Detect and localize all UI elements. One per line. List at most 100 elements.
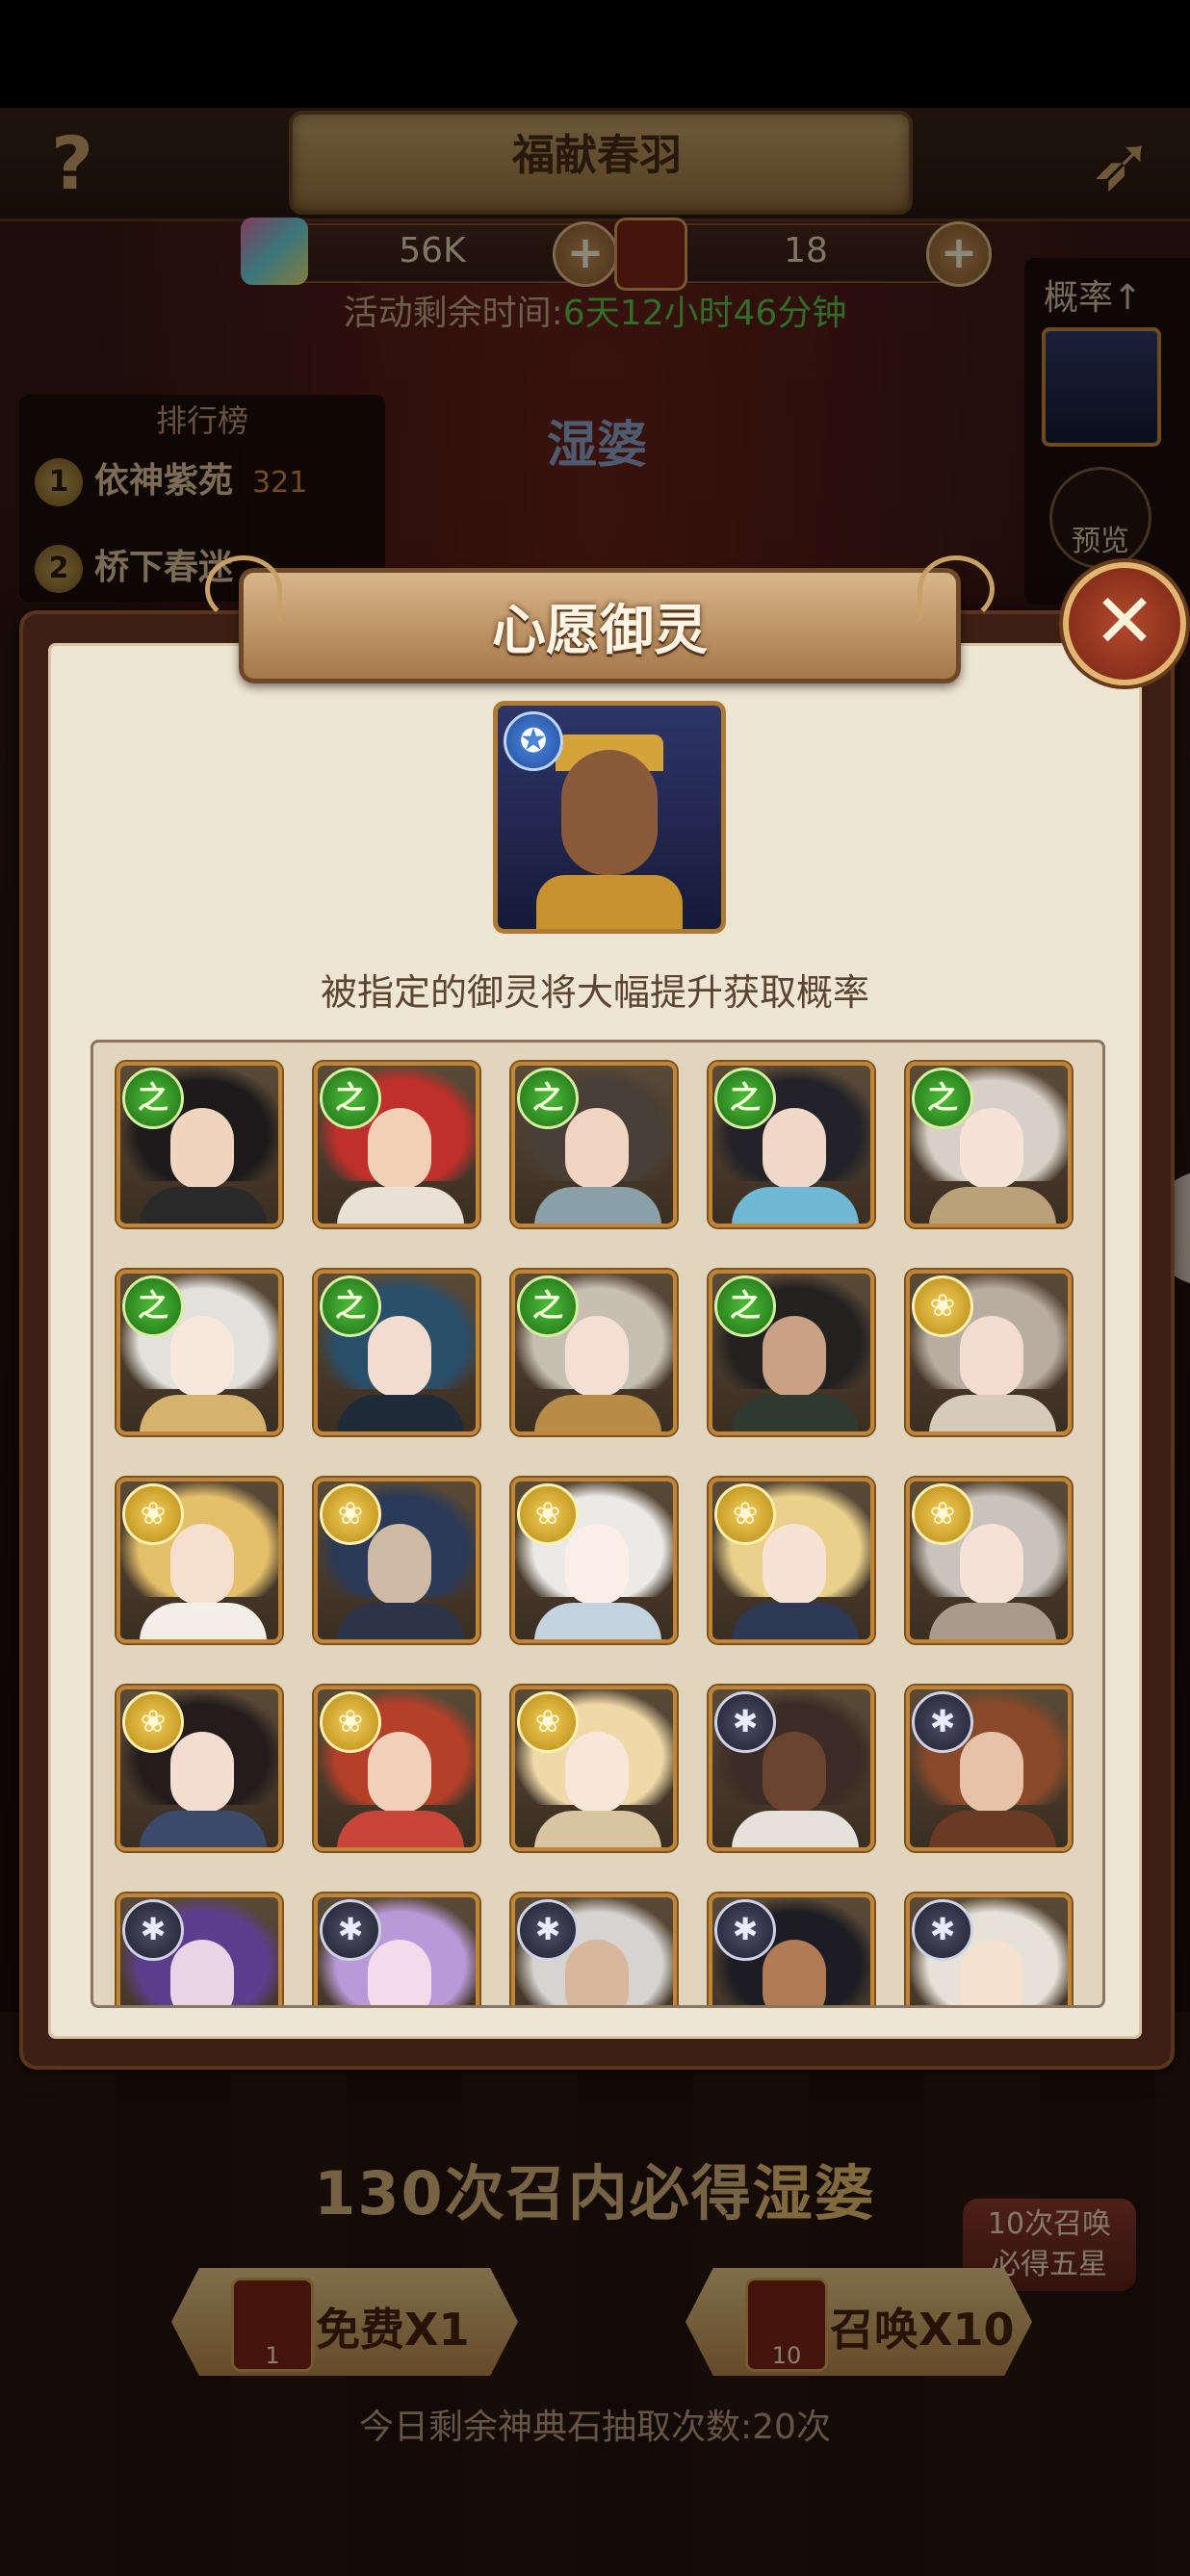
hero-card[interactable]: ✱ (511, 1893, 677, 2005)
hero-card[interactable]: ❀ (116, 1686, 282, 1851)
hero-outfit (929, 1187, 1056, 1224)
rank-green-icon: 之 (122, 1275, 184, 1337)
hero-face (170, 1524, 234, 1605)
selected-hero-portrait[interactable]: ✪ (493, 701, 726, 934)
hero-face (368, 1316, 431, 1397)
hero-card[interactable]: ❀ (314, 1686, 479, 1851)
hero-outfit (140, 1811, 267, 1847)
hero-face (368, 1732, 431, 1813)
close-button[interactable]: ✕ (1063, 562, 1186, 685)
hero-face (565, 1316, 629, 1397)
hero-card[interactable]: 之 (511, 1062, 677, 1227)
hero-outfit (732, 1187, 859, 1224)
hero-card[interactable]: ✱ (116, 1893, 282, 2005)
hero-outfit (337, 1603, 464, 1639)
rank-gold-icon: ❀ (517, 1691, 579, 1753)
hero-card[interactable]: ❀ (314, 1478, 479, 1643)
hero-collar (536, 875, 683, 929)
hero-card[interactable]: ✱ (906, 1893, 1072, 2005)
hero-face (565, 1940, 629, 2005)
hero-card[interactable]: ❀ (511, 1478, 677, 1643)
rank-green-icon: 之 (122, 1068, 184, 1129)
hero-card[interactable]: ✱ (709, 1686, 874, 1851)
hero-face (763, 1108, 826, 1189)
hero-outfit (337, 1187, 464, 1224)
hero-face (170, 1108, 234, 1189)
hero-outfit (534, 1395, 661, 1431)
hero-face (368, 1524, 431, 1605)
rank-gold-icon: ❀ (912, 1483, 973, 1545)
hero-outfit (337, 1395, 464, 1431)
hero-grid[interactable]: 之之之之之之之之之 ❀ ❀ ❀ ❀ ❀ ❀ ❀ ❀ ❀ ✱ ✱ ✱ ✱ ✱ ✱ ✱ (91, 1040, 1105, 2008)
hero-card[interactable]: 之 (709, 1062, 874, 1227)
dialog-title: 心愿御灵 (492, 600, 708, 662)
rank-dark-icon: ✱ (912, 1899, 973, 1961)
rank-green-icon: 之 (517, 1068, 579, 1129)
hero-face (763, 1940, 826, 2005)
rank-gold-icon: ❀ (320, 1483, 381, 1545)
hero-face (170, 1316, 234, 1397)
hero-card[interactable]: ❀ (906, 1270, 1072, 1435)
hero-card[interactable]: 之 (116, 1270, 282, 1435)
hero-face (565, 1732, 629, 1813)
hero-outfit (140, 1395, 267, 1431)
hero-face (960, 1316, 1023, 1397)
hero-card[interactable]: 之 (314, 1062, 479, 1227)
hero-outfit (140, 1603, 267, 1639)
hero-card[interactable]: ✱ (314, 1893, 479, 2005)
hero-outfit (337, 1811, 464, 1847)
rank-green-icon: 之 (320, 1275, 381, 1337)
hero-card[interactable]: ✱ (906, 1686, 1072, 1851)
hero-card[interactable]: 之 (511, 1270, 677, 1435)
hero-face (170, 1732, 234, 1813)
hero-outfit (732, 1603, 859, 1639)
hero-card[interactable]: ❀ (906, 1478, 1072, 1643)
hero-face (960, 1732, 1023, 1813)
hero-face (368, 1940, 431, 2005)
hero-outfit (732, 1395, 859, 1431)
rank-dark-icon: ✱ (517, 1899, 579, 1961)
rank-green-icon: 之 (320, 1068, 381, 1129)
hero-card[interactable]: 之 (906, 1062, 1072, 1227)
hero-card[interactable]: 之 (314, 1270, 479, 1435)
hero-face (368, 1108, 431, 1189)
hero-card[interactable]: ✱ (709, 1893, 874, 2005)
status-bar (0, 0, 1190, 108)
rank-green-icon: 之 (714, 1068, 776, 1129)
rank-green-icon: 之 (912, 1068, 973, 1129)
hero-outfit (929, 1811, 1056, 1847)
hero-outfit (534, 1187, 661, 1224)
rank-dark-icon: ✱ (714, 1899, 776, 1961)
rank-dark-icon: ✱ (912, 1691, 973, 1753)
rank-green-icon: 之 (517, 1275, 579, 1337)
rank-gold-icon: ❀ (122, 1483, 184, 1545)
hero-face (763, 1732, 826, 1813)
hero-outfit (929, 1395, 1056, 1431)
hero-outfit (140, 1187, 267, 1224)
rank-gold-icon: ❀ (122, 1691, 184, 1753)
hero-outfit (732, 1811, 859, 1847)
hero-face (565, 1108, 629, 1189)
rank-gold-icon: ❀ (517, 1483, 579, 1545)
hero-face (763, 1316, 826, 1397)
rank-gold-icon: ❀ (320, 1691, 381, 1753)
rank-gold-icon: ❀ (912, 1275, 973, 1337)
hero-face (763, 1524, 826, 1605)
rank-gold-icon: ❀ (714, 1483, 776, 1545)
wish-hint: 被指定的御灵将大幅提升获取概率 (320, 971, 869, 1014)
water-element-icon: ✪ (504, 711, 563, 771)
hero-card[interactable]: 之 (709, 1270, 874, 1435)
hero-outfit (929, 1603, 1056, 1639)
hero-face (170, 1940, 234, 2005)
hero-card[interactable]: ❀ (116, 1478, 282, 1643)
hero-face (561, 750, 658, 875)
hero-card[interactable]: ❀ (511, 1686, 677, 1851)
rank-green-icon: 之 (714, 1275, 776, 1337)
rank-dark-icon: ✱ (714, 1691, 776, 1753)
rank-dark-icon: ✱ (320, 1899, 381, 1961)
hero-face (960, 1524, 1023, 1605)
hero-card[interactable]: 之 (116, 1062, 282, 1227)
hero-outfit (534, 1811, 661, 1847)
hero-face (960, 1940, 1023, 2005)
hero-card[interactable]: ❀ (709, 1478, 874, 1643)
